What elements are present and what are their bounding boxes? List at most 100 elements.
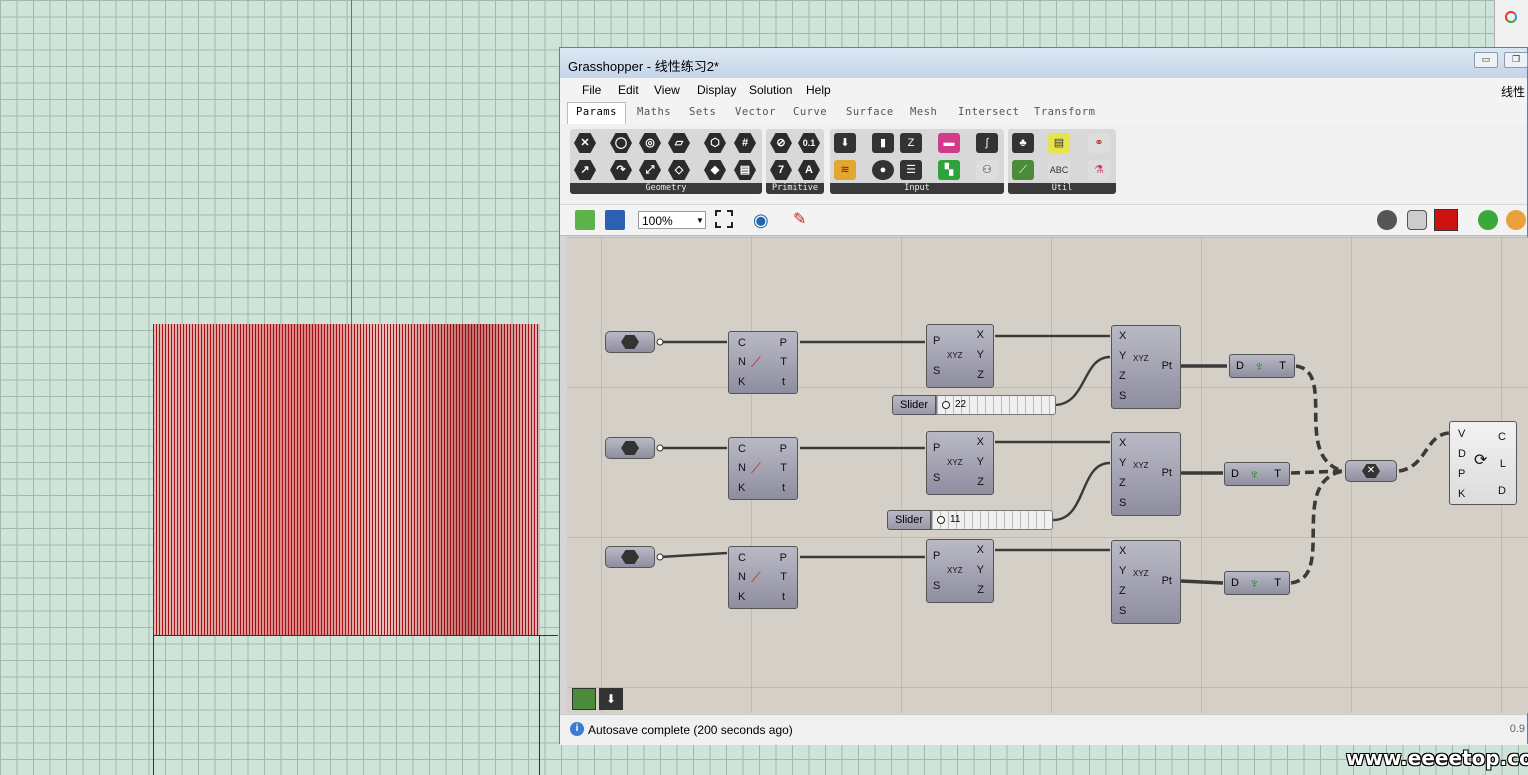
- output-port-t[interactable]: T: [1274, 577, 1281, 589]
- graft-tree-component[interactable]: D ♆ T: [1224, 571, 1290, 595]
- sketch-pen-icon[interactable]: ✎: [793, 210, 813, 230]
- text-tag-icon[interactable]: ABC: [1048, 160, 1070, 180]
- output-port-c[interactable]: C: [1498, 431, 1506, 443]
- input-port-d[interactable]: D: [1236, 360, 1244, 372]
- deconstruct-point-component[interactable]: P S XYZ X Y Z: [926, 431, 994, 495]
- input-port-p[interactable]: P: [933, 335, 940, 347]
- tab-intersect[interactable]: Intersect: [958, 106, 1019, 118]
- box-param-icon[interactable]: ⤢: [639, 160, 661, 180]
- input-port-p[interactable]: P: [1458, 468, 1465, 480]
- output-port-z[interactable]: Z: [977, 584, 984, 596]
- menu-edit[interactable]: Edit: [618, 83, 639, 97]
- document-preview-icon[interactable]: [1506, 210, 1526, 230]
- tab-sets[interactable]: Sets: [689, 106, 716, 118]
- output-port-t-param[interactable]: t: [782, 376, 785, 388]
- input-port-k[interactable]: K: [738, 376, 745, 388]
- loft-component[interactable]: V D P K ⟳ C L D: [1449, 421, 1517, 505]
- input-port-z[interactable]: Z: [1119, 370, 1126, 382]
- input-port-s[interactable]: S: [933, 580, 940, 592]
- slider-label[interactable]: Slider: [887, 510, 931, 530]
- output-port-pt[interactable]: Pt: [1162, 360, 1172, 372]
- output-port-y[interactable]: Y: [977, 456, 984, 468]
- output-port-l[interactable]: L: [1500, 458, 1506, 470]
- slider-knob[interactable]: [937, 516, 945, 524]
- output-grip[interactable]: [656, 553, 664, 561]
- tab-surface[interactable]: Surface: [846, 106, 894, 118]
- zoom-dropdown-arrow-icon[interactable]: ▼: [696, 216, 704, 225]
- output-port-t[interactable]: T: [1274, 468, 1281, 480]
- input-port-n[interactable]: N: [738, 356, 746, 368]
- title-bar[interactable]: Grasshopper - 线性练习2* ▭ ❐: [560, 48, 1528, 78]
- tab-vector[interactable]: Vector: [735, 106, 776, 118]
- rectangle-param-icon[interactable]: ▤: [734, 160, 756, 180]
- toggle-icon[interactable]: ▮: [872, 133, 894, 153]
- deconstruct-point-component[interactable]: P S XYZ X Y Z: [926, 539, 994, 603]
- divide-curve-component[interactable]: C N K ⟋ P T t: [728, 546, 798, 609]
- input-port-y[interactable]: Y: [1119, 457, 1126, 469]
- value-list-icon[interactable]: Z: [900, 133, 922, 153]
- circle-param-icon[interactable]: ◯: [610, 133, 632, 153]
- divide-curve-component[interactable]: C N K ⟋ P T t: [728, 331, 798, 394]
- output-grip[interactable]: [656, 444, 664, 452]
- output-port-t-param[interactable]: t: [782, 482, 785, 494]
- input-port-z[interactable]: Z: [1119, 585, 1126, 597]
- preview-selected-icon[interactable]: [1434, 209, 1458, 231]
- output-port-pt[interactable]: Pt: [1162, 467, 1172, 479]
- input-port-v[interactable]: V: [1458, 428, 1465, 440]
- output-port-z[interactable]: Z: [977, 369, 984, 381]
- input-port-c[interactable]: C: [738, 337, 746, 349]
- output-port-d[interactable]: D: [1498, 485, 1506, 497]
- data-recorder-icon[interactable]: ⟋: [1012, 160, 1034, 180]
- preview-wireframe-icon[interactable]: [1377, 210, 1397, 230]
- mesh-param-icon[interactable]: #: [734, 133, 756, 153]
- restore-button[interactable]: ❐: [1504, 52, 1528, 68]
- output-port-t[interactable]: T: [780, 356, 787, 368]
- line-param-icon[interactable]: ↗: [574, 160, 596, 180]
- output-port-x[interactable]: X: [977, 329, 984, 341]
- output-port-x[interactable]: X: [977, 436, 984, 448]
- integer-param-icon[interactable]: 7: [770, 160, 792, 180]
- button-icon[interactable]: ●: [872, 160, 894, 180]
- construct-point-component[interactable]: X Y Z S XYZ Pt: [1111, 432, 1181, 516]
- construct-point-component[interactable]: X Y Z S XYZ Pt: [1111, 540, 1181, 624]
- construct-point-component[interactable]: X Y Z S XYZ Pt: [1111, 325, 1181, 409]
- input-port-p[interactable]: P: [933, 550, 940, 562]
- grasshopper-canvas[interactable]: C N K ⟋ P T t C N K ⟋ P T t C N K ⟋ P T …: [567, 237, 1528, 713]
- input-port-p[interactable]: P: [933, 442, 940, 454]
- input-port-k[interactable]: K: [738, 591, 745, 603]
- brep-param-icon[interactable]: ⬡: [704, 133, 726, 153]
- output-port-p[interactable]: P: [780, 443, 787, 455]
- input-port-c[interactable]: C: [738, 443, 746, 455]
- graph-mapper-icon[interactable]: ∫: [976, 133, 998, 153]
- input-port-s[interactable]: S: [933, 472, 940, 484]
- data-recorder-widget-icon[interactable]: [572, 688, 596, 710]
- output-port-z[interactable]: Z: [977, 476, 984, 488]
- input-port-z[interactable]: Z: [1119, 477, 1126, 489]
- gradient-icon[interactable]: ▬: [938, 133, 960, 153]
- input-port-x[interactable]: X: [1119, 545, 1126, 557]
- menu-view[interactable]: View: [654, 83, 680, 97]
- field-param-icon[interactable]: ◇: [668, 160, 690, 180]
- scribble-icon[interactable]: ▤: [1048, 133, 1070, 153]
- output-grip[interactable]: [656, 338, 664, 346]
- input-port-y[interactable]: Y: [1119, 350, 1126, 362]
- input-port-d[interactable]: D: [1231, 468, 1239, 480]
- geometry-param-icon[interactable]: ✕: [574, 133, 596, 153]
- menu-file[interactable]: File: [582, 83, 601, 97]
- input-port-k[interactable]: K: [738, 482, 745, 494]
- panel-widget-icon[interactable]: ⬇: [599, 688, 623, 710]
- save-file-icon[interactable]: [605, 210, 625, 230]
- output-port-y[interactable]: Y: [977, 349, 984, 361]
- deconstruct-point-component[interactable]: P S XYZ X Y Z: [926, 324, 994, 388]
- preview-shaded-icon[interactable]: [1407, 210, 1427, 230]
- list-icon[interactable]: ☰: [900, 160, 922, 180]
- curve-param[interactable]: [605, 331, 655, 353]
- menu-help[interactable]: Help: [806, 83, 831, 97]
- tree-icon[interactable]: ♣: [1012, 133, 1034, 153]
- input-port-c[interactable]: C: [738, 552, 746, 564]
- menu-display[interactable]: Display: [697, 83, 736, 97]
- tab-params[interactable]: Params: [567, 102, 626, 124]
- divide-curve-component[interactable]: C N K ⟋ P T t: [728, 437, 798, 500]
- panel-icon[interactable]: ⬇: [834, 133, 856, 153]
- zoom-extents-icon[interactable]: [715, 210, 733, 228]
